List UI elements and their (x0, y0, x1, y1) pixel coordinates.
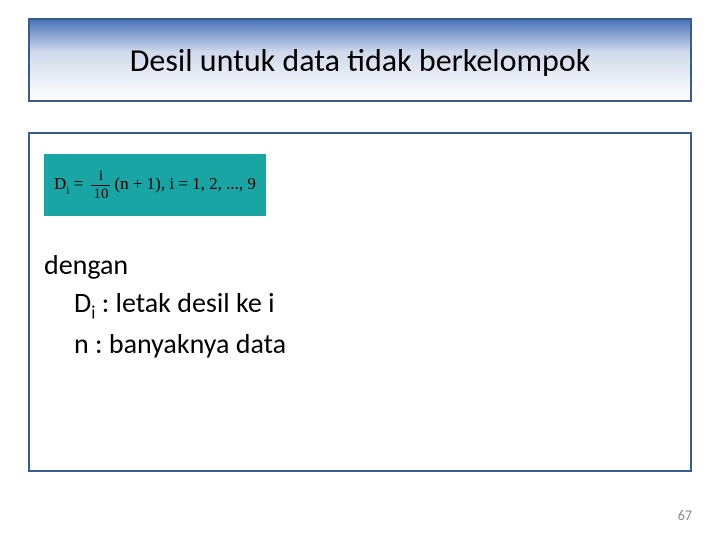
description-block: dengan Di : letak desil ke i n : banyakn… (44, 246, 676, 362)
desc-line2-pre: D (74, 285, 91, 320)
formula-range: i = 1, 2, ..., 9 (165, 174, 256, 193)
formula-numerator: i (91, 168, 110, 186)
formula-rhs: (n + 1), (114, 174, 165, 193)
slide-title: Desil untuk data tidak berkelompok (130, 41, 591, 80)
formula-fraction: i10 (91, 168, 110, 202)
page-number: 67 (678, 507, 692, 524)
desc-line3: n : banyaknya data (74, 325, 676, 363)
title-box: Desil untuk data tidak berkelompok (28, 18, 692, 102)
formula-lhs-base: D (54, 174, 66, 193)
formula-denominator: 10 (91, 186, 110, 203)
content-box: Di = i10(n + 1), i = 1, 2, ..., 9 dengan… (28, 132, 692, 472)
desc-line2: Di : letak desil ke i (74, 284, 676, 325)
formula-equals: = (69, 174, 87, 193)
desc-line1: dengan (44, 246, 676, 284)
formula-box: Di = i10(n + 1), i = 1, 2, ..., 9 (44, 154, 266, 216)
desc-line2-post: : letak desil ke i (95, 285, 274, 320)
